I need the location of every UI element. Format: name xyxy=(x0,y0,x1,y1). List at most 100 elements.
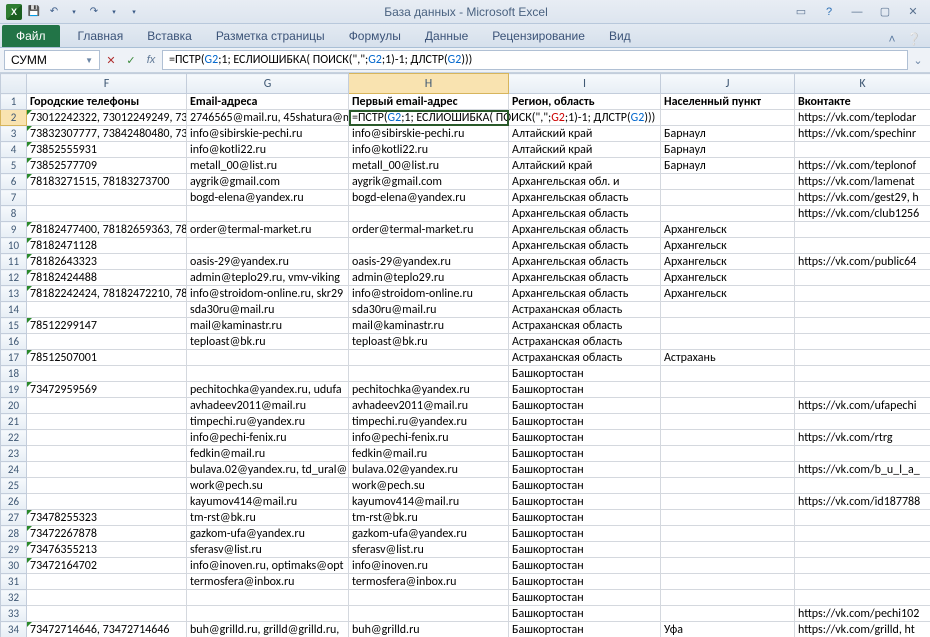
cell[interactable]: Архангельская область xyxy=(509,238,661,254)
cell[interactable]: info@inoven.ru xyxy=(349,558,509,574)
ribbon-tab[interactable]: Формулы xyxy=(337,25,413,47)
cell[interactable]: Архангельск xyxy=(661,222,795,238)
cell[interactable]: https://vk.com/gest29, h xyxy=(795,190,930,206)
cell[interactable] xyxy=(661,302,795,318)
header-cell[interactable]: Регион, область xyxy=(509,94,661,110)
cell[interactable] xyxy=(661,574,795,590)
cell[interactable] xyxy=(661,542,795,558)
cell[interactable]: 78182471128 xyxy=(27,238,187,254)
cell[interactable] xyxy=(27,462,187,478)
ribbon-help-icon[interactable]: ❔ xyxy=(906,31,922,47)
cell[interactable]: info@pechi-fenix.ru xyxy=(187,430,349,446)
ribbon-tab[interactable]: Вставка xyxy=(135,25,204,47)
cell[interactable]: oasis-29@yandex.ru xyxy=(187,254,349,270)
cell[interactable]: Астрахань xyxy=(661,350,795,366)
cell[interactable]: admin@teplo29.ru, vmv-viking xyxy=(187,270,349,286)
cell[interactable]: info@pechi-fenix.ru xyxy=(349,430,509,446)
cell[interactable]: termosfera@inbox.ru xyxy=(187,574,349,590)
row-header[interactable]: 6 xyxy=(1,174,27,190)
cell[interactable]: Архангельская область xyxy=(509,286,661,302)
cell[interactable] xyxy=(795,222,930,238)
cell[interactable] xyxy=(661,366,795,382)
cell[interactable]: info@sibirskie-pechi.ru xyxy=(187,126,349,142)
cell[interactable]: sferasv@list.ru xyxy=(349,542,509,558)
cell[interactable]: Барнаул xyxy=(661,142,795,158)
row-header[interactable]: 23 xyxy=(1,446,27,462)
formula-input[interactable]: =ПСТР(G2;1; ЕСЛИОШИБКА( ПОИСК(",";G2;1)-… xyxy=(162,50,908,70)
row-header[interactable]: 10 xyxy=(1,238,27,254)
cell[interactable]: kayumov414@mail.ru xyxy=(349,494,509,510)
cell[interactable] xyxy=(349,366,509,382)
cell[interactable]: kayumov414@mail.ru xyxy=(187,494,349,510)
row-header[interactable]: 31 xyxy=(1,574,27,590)
cell[interactable] xyxy=(27,398,187,414)
cell[interactable] xyxy=(661,206,795,222)
row-header[interactable]: 27 xyxy=(1,510,27,526)
cell[interactable]: https://vk.com/rtrg xyxy=(795,430,930,446)
cell[interactable]: Башкортостан xyxy=(509,478,661,494)
row-header[interactable]: 21 xyxy=(1,414,27,430)
cell[interactable]: tm-rst@bk.ru xyxy=(349,510,509,526)
column-header[interactable]: G xyxy=(187,74,349,94)
cell[interactable]: Барнаул xyxy=(661,126,795,142)
cell[interactable] xyxy=(795,334,930,350)
cell[interactable]: https://vk.com/grilld, ht xyxy=(795,622,930,637)
row-header[interactable]: 34 xyxy=(1,622,27,637)
redo-icon[interactable]: ↷ xyxy=(86,4,102,20)
row-header[interactable]: 4 xyxy=(1,142,27,158)
cell[interactable]: teploast@bk.ru xyxy=(187,334,349,350)
cell[interactable] xyxy=(349,590,509,606)
cell[interactable]: info@stroidom-online.ru xyxy=(349,286,509,302)
cell[interactable]: 2746565@mail.ru, 45shatura@m xyxy=(187,110,349,126)
cell[interactable] xyxy=(795,478,930,494)
row-header[interactable]: 32 xyxy=(1,590,27,606)
cell[interactable]: termosfera@inbox.ru xyxy=(349,574,509,590)
cell[interactable] xyxy=(661,382,795,398)
cell[interactable] xyxy=(795,318,930,334)
cell[interactable] xyxy=(795,350,930,366)
cell[interactable] xyxy=(661,462,795,478)
cell[interactable]: 78182643323 xyxy=(27,254,187,270)
row-header[interactable]: 24 xyxy=(1,462,27,478)
cell[interactable]: Астраханская область xyxy=(509,318,661,334)
cell[interactable]: https://vk.com/spechinr xyxy=(795,126,930,142)
cell[interactable] xyxy=(661,414,795,430)
cell[interactable]: oasis-29@yandex.ru xyxy=(349,254,509,270)
cell[interactable] xyxy=(661,494,795,510)
cell[interactable] xyxy=(661,510,795,526)
ribbon-tab[interactable]: Главная xyxy=(66,25,136,47)
cell[interactable]: Башкортостан xyxy=(509,526,661,542)
cell[interactable]: avhadeev2011@mail.ru xyxy=(187,398,349,414)
row-header[interactable]: 16 xyxy=(1,334,27,350)
cell[interactable] xyxy=(27,414,187,430)
cell[interactable]: sda30ru@mail.ru xyxy=(187,302,349,318)
cell[interactable] xyxy=(187,350,349,366)
cell[interactable]: 78182242424, 78182472210, 7818 xyxy=(27,286,187,302)
row-header[interactable]: 3 xyxy=(1,126,27,142)
cell[interactable]: aygrik@gmail.com xyxy=(187,174,349,190)
cell[interactable]: Башкортостан xyxy=(509,510,661,526)
cell[interactable]: bogd-elena@yandex.ru xyxy=(187,190,349,206)
cell[interactable]: Башкортостан xyxy=(509,558,661,574)
cell[interactable]: =ПСТР(G2;1; ЕСЛИОШИБКА( ПОИСК(",";G2;1)-… xyxy=(349,110,509,126)
help-icon[interactable]: ? xyxy=(818,5,840,19)
cell[interactable]: Башкортостан xyxy=(509,590,661,606)
cell[interactable]: Архангельск xyxy=(661,254,795,270)
cell[interactable] xyxy=(661,318,795,334)
cell[interactable] xyxy=(661,334,795,350)
cell[interactable] xyxy=(661,558,795,574)
row-header[interactable]: 19 xyxy=(1,382,27,398)
cell[interactable]: Архангельск xyxy=(661,270,795,286)
cell[interactable]: work@pech.su xyxy=(349,478,509,494)
cell[interactable]: bulava.02@yandex.ru, td_ural@ xyxy=(187,462,349,478)
cell[interactable] xyxy=(795,286,930,302)
column-header[interactable]: H xyxy=(349,74,509,94)
row-header[interactable]: 28 xyxy=(1,526,27,542)
header-cell[interactable]: Вконтакте xyxy=(795,94,930,110)
cell[interactable]: buh@grilld.ru xyxy=(349,622,509,637)
header-cell[interactable]: Первый email-адрес xyxy=(349,94,509,110)
name-box-dropdown-icon[interactable]: ▼ xyxy=(85,56,93,65)
cell[interactable]: teploast@bk.ru xyxy=(349,334,509,350)
cancel-formula-button[interactable]: ✕ xyxy=(102,51,120,69)
cell[interactable] xyxy=(795,270,930,286)
